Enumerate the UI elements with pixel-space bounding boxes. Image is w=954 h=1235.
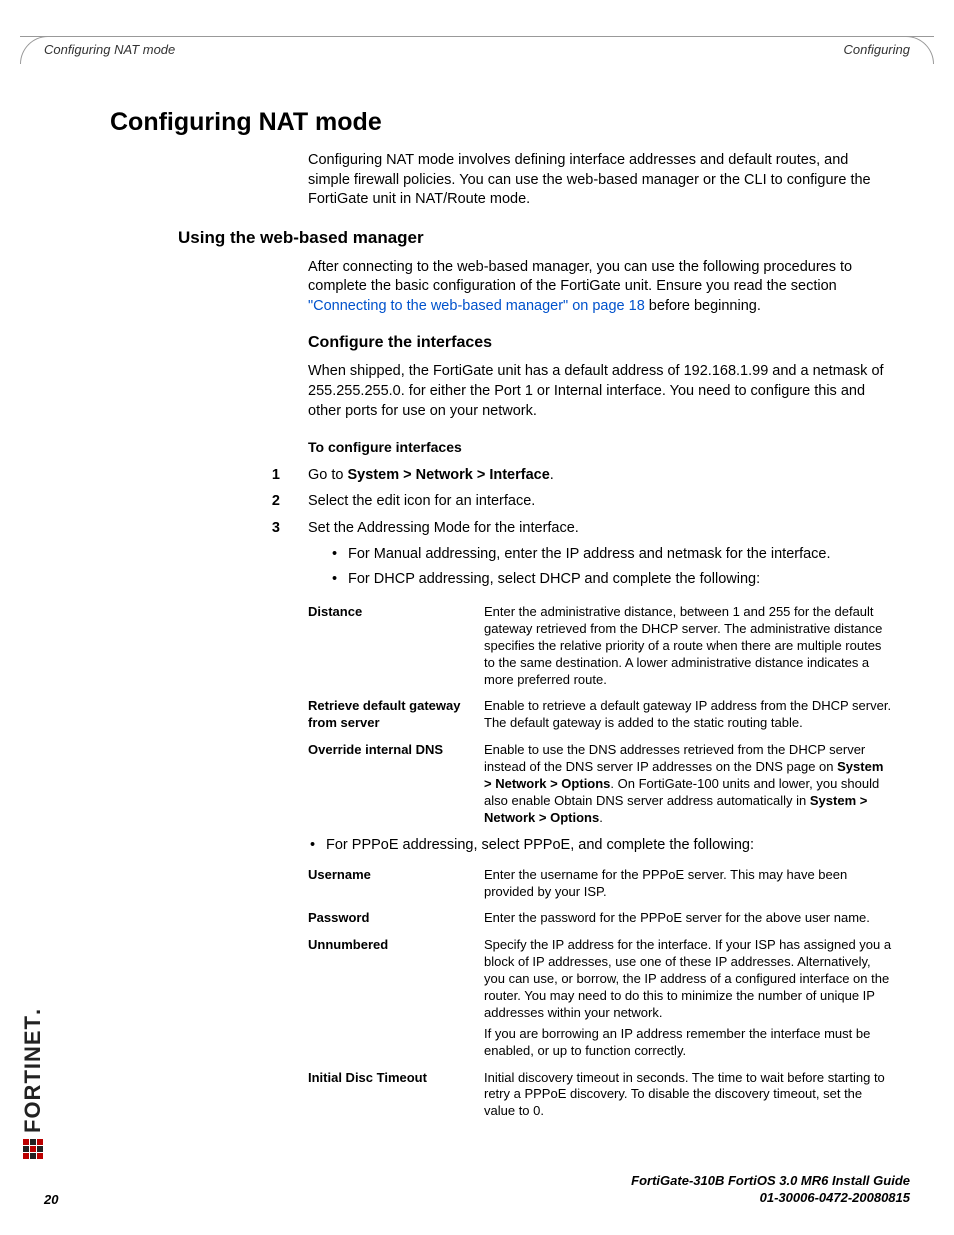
body-paragraph: When shipped, the FortiGate unit has a d… xyxy=(308,362,894,421)
param-label: Initial Disc Timeout xyxy=(308,1070,484,1121)
doc-title: FortiGate-310B FortiOS 3.0 MR6 Install G… xyxy=(44,1172,910,1190)
logo-dot: . xyxy=(20,1008,46,1015)
list-item: For Manual addressing, enter the IP addr… xyxy=(332,544,894,565)
list-item: For PPPoE addressing, select PPPoE, and … xyxy=(308,837,894,853)
body-paragraph: After connecting to the web-based manage… xyxy=(308,258,894,317)
text: If you are borrowing an IP address remem… xyxy=(484,1026,894,1060)
text: . xyxy=(550,467,554,483)
header-right: Configuring xyxy=(844,42,911,57)
fortinet-logo: FORTINET. xyxy=(20,1008,46,1159)
intro-paragraph: Configuring NAT mode involves defining i… xyxy=(308,151,894,210)
page-number: 20 xyxy=(44,1192,58,1207)
table-row: Override internal DNS Enable to use the … xyxy=(308,742,894,826)
text: before beginning. xyxy=(645,298,761,314)
logo-text: FORTINET xyxy=(20,1015,46,1133)
step-text: Go to System > Network > Interface. xyxy=(308,465,894,485)
step-item: 3 Set the Addressing Mode for the interf… xyxy=(110,518,894,538)
table-row: Distance Enter the administrative distan… xyxy=(308,604,894,688)
step-item: 2 Select the edit icon for an interface. xyxy=(110,491,894,511)
text: After connecting to the web-based manage… xyxy=(308,259,852,295)
section-heading: Using the web-based manager xyxy=(178,228,894,248)
table-row: Password Enter the password for the PPPo… xyxy=(308,910,894,927)
step-item: 1 Go to System > Network > Interface. xyxy=(110,465,894,485)
param-label: Password xyxy=(308,910,484,927)
step-number: 2 xyxy=(110,491,308,511)
param-description: Enter the username for the PPPoE server.… xyxy=(484,867,894,901)
step-number: 1 xyxy=(110,465,308,485)
dhcp-parameter-table: Distance Enter the administrative distan… xyxy=(308,604,894,827)
header-left: Configuring NAT mode xyxy=(44,42,175,57)
step-text: Set the Addressing Mode for the interfac… xyxy=(308,518,894,538)
param-description: Initial discovery timeout in seconds. Th… xyxy=(484,1070,894,1121)
text: Enable to use the DNS addresses retrieve… xyxy=(484,742,865,774)
page-content: Configuring NAT mode Configuring NAT mod… xyxy=(110,108,894,1130)
list-item: For DHCP addressing, select DHCP and com… xyxy=(332,569,894,590)
text: Go to xyxy=(308,467,348,483)
param-label: Override internal DNS xyxy=(308,742,484,826)
table-row: Retrieve default gateway from server Ena… xyxy=(308,698,894,732)
param-description: Enter the password for the PPPoE server … xyxy=(484,910,894,927)
page-title: Configuring NAT mode xyxy=(110,108,894,137)
text: . xyxy=(599,810,603,825)
pppoe-parameter-table: Username Enter the username for the PPPo… xyxy=(308,867,894,1121)
table-row: Unnumbered Specify the IP address for th… xyxy=(308,937,894,1059)
nav-path: System > Network > Interface xyxy=(348,467,550,483)
param-label: Retrieve default gateway from server xyxy=(308,698,484,732)
table-row: Initial Disc Timeout Initial discovery t… xyxy=(308,1070,894,1121)
param-label: Unnumbered xyxy=(308,937,484,1059)
doc-id: 01-30006-0472-20080815 xyxy=(44,1189,910,1207)
param-description: Enable to retrieve a default gateway IP … xyxy=(484,698,894,732)
param-description: Specify the IP address for the interface… xyxy=(484,937,894,1059)
step-number: 3 xyxy=(110,518,308,538)
footer-info: FortiGate-310B FortiOS 3.0 MR6 Install G… xyxy=(44,1172,910,1207)
param-description: Enter the administrative distance, betwe… xyxy=(484,604,894,688)
step-text: Select the edit icon for an interface. xyxy=(308,491,894,511)
param-description: Enable to use the DNS addresses retrieve… xyxy=(484,742,894,826)
text: Specify the IP address for the interface… xyxy=(484,937,894,1021)
running-header: Configuring NAT mode Configuring xyxy=(44,42,910,57)
param-label: Username xyxy=(308,867,484,901)
procedure-title: To configure interfaces xyxy=(308,439,894,455)
fortinet-icon xyxy=(23,1139,43,1159)
sub-bullet-list: For Manual addressing, enter the IP addr… xyxy=(332,544,894,590)
subsection-heading: Configure the interfaces xyxy=(308,334,894,352)
page-footer: 20 FortiGate-310B FortiOS 3.0 MR6 Instal… xyxy=(44,1172,910,1207)
param-label: Distance xyxy=(308,604,484,688)
table-row: Username Enter the username for the PPPo… xyxy=(308,867,894,901)
cross-reference-link[interactable]: "Connecting to the web-based manager" on… xyxy=(308,298,645,314)
